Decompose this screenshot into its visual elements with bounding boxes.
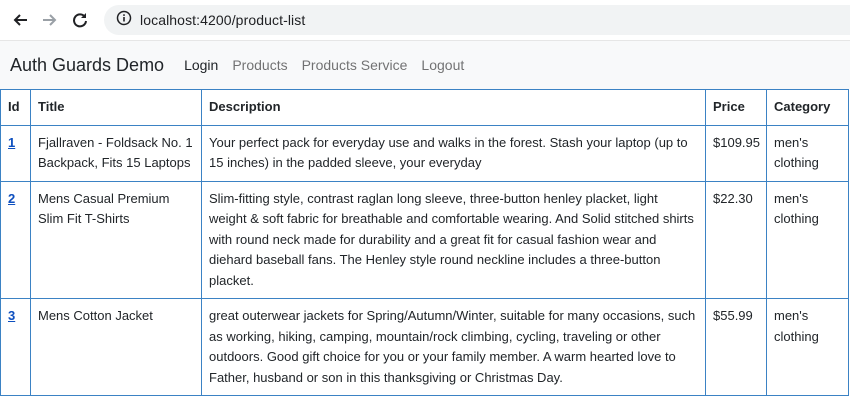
- table-row: 2 Mens Casual Premium Slim Fit T-Shirts …: [0, 180, 849, 299]
- cell-description: great outerwear jackets for Spring/Autum…: [201, 298, 706, 396]
- address-bar[interactable]: localhost:4200/product-list: [104, 5, 850, 35]
- cell-category: men's clothing: [766, 298, 849, 396]
- product-table: Id Title Description Price Category 1 Fj…: [0, 89, 849, 396]
- navbar-brand[interactable]: Auth Guards Demo: [10, 55, 164, 76]
- app-navbar: Auth Guards Demo Login Products Products…: [0, 40, 850, 89]
- product-id-link[interactable]: 1: [8, 135, 15, 150]
- cell-price: $55.99: [705, 298, 767, 396]
- header-id: Id: [0, 89, 31, 126]
- nav-link-products[interactable]: Products: [232, 57, 287, 73]
- cell-id: 2: [0, 180, 31, 299]
- nav-link-logout[interactable]: Logout: [421, 57, 464, 73]
- header-price: Price: [705, 89, 767, 126]
- cell-description: Your perfect pack for everyday use and w…: [201, 124, 706, 182]
- cell-description: Slim-fitting style, contrast raglan long…: [201, 180, 706, 299]
- forward-icon[interactable]: [38, 8, 62, 32]
- cell-title: Mens Casual Premium Slim Fit T-Shirts: [30, 180, 202, 299]
- header-description: Description: [201, 89, 706, 126]
- table-row: 1 Fjallraven - Foldsack No. 1 Backpack, …: [0, 124, 849, 182]
- info-icon[interactable]: [116, 10, 132, 31]
- product-id-link[interactable]: 2: [8, 191, 15, 206]
- table-row: 3 Mens Cotton Jacket great outerwear jac…: [0, 298, 849, 396]
- cell-title: Mens Cotton Jacket: [30, 298, 202, 396]
- cell-title: Fjallraven - Foldsack No. 1 Backpack, Fi…: [30, 124, 202, 182]
- cell-category: men's clothing: [766, 180, 849, 299]
- cell-price: $109.95: [705, 124, 767, 182]
- cell-category: men's clothing: [766, 124, 849, 182]
- back-icon[interactable]: [8, 8, 32, 32]
- cell-id: 3: [0, 298, 31, 396]
- header-title: Title: [30, 89, 202, 126]
- product-table-container: Id Title Description Price Category 1 Fj…: [0, 89, 850, 396]
- reload-icon[interactable]: [68, 8, 92, 32]
- nav-link-products-service[interactable]: Products Service: [302, 57, 408, 73]
- header-category: Category: [766, 89, 849, 126]
- browser-toolbar: localhost:4200/product-list: [0, 0, 850, 40]
- url-text: localhost:4200/product-list: [140, 12, 306, 28]
- nav-link-login[interactable]: Login: [184, 57, 218, 73]
- product-id-link[interactable]: 3: [8, 308, 15, 323]
- cell-id: 1: [0, 124, 31, 182]
- table-header-row: Id Title Description Price Category: [0, 89, 849, 126]
- cell-price: $22.30: [705, 180, 767, 299]
